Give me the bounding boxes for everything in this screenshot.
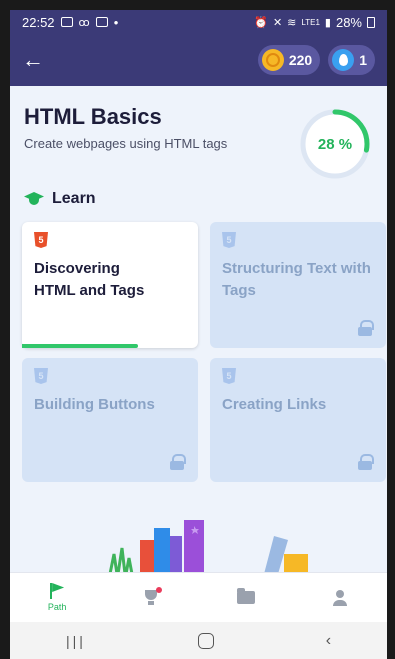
course-subtitle: Create webpages using HTML tags: [24, 136, 228, 151]
system-navigation-bar: ||| ‹: [10, 622, 387, 659]
dot-icon: •: [113, 14, 119, 30]
lesson-title: Structuring Text with Tags: [222, 260, 371, 299]
signal-icon: ▮: [324, 16, 331, 29]
streak-badge[interactable]: 1: [328, 45, 375, 75]
course-content[interactable]: HTML Basics Create webpages using HTML t…: [10, 86, 387, 572]
lesson-title: Discovering HTML and Tags: [34, 260, 145, 299]
learn-label: Learn: [52, 190, 96, 207]
status-bar: 22:52 ꝏ • ⏰ ✕ ≋ LTE1 ▮ 28%: [10, 10, 387, 34]
user-icon: [332, 589, 348, 606]
html5-icon: 5: [222, 368, 236, 384]
html5-icon: 5: [34, 232, 48, 248]
coin-icon: [261, 49, 284, 71]
alarm-icon: ⏰: [254, 16, 268, 29]
nav-path-label: Path: [47, 602, 67, 612]
lesson-card-building-buttons[interactable]: 5 Building Buttons: [22, 358, 198, 482]
mute-icon: ✕: [272, 16, 283, 29]
books-illustration: [108, 520, 308, 572]
lesson-title: Building Buttons: [34, 396, 155, 413]
nav-path[interactable]: Path: [10, 573, 104, 622]
wifi-icon: ≋: [287, 16, 297, 29]
course-title: HTML Basics: [24, 104, 162, 129]
network-type: LTE1: [301, 17, 320, 27]
battery-percent: 28%: [335, 14, 362, 30]
course-progress-ring: 28 %: [297, 106, 373, 182]
status-time: 22:52: [22, 14, 55, 30]
nav-projects[interactable]: [199, 573, 293, 622]
home-button[interactable]: [197, 632, 214, 649]
recent-apps-button[interactable]: |||: [66, 633, 86, 649]
gallery-icon: [60, 17, 73, 27]
lesson-title: Creating Links: [222, 396, 327, 413]
html5-icon: 5: [34, 368, 48, 384]
trophy-icon: [142, 586, 163, 606]
nav-profile[interactable]: [293, 573, 387, 622]
lesson-card-creating-links[interactable]: 5 Creating Links: [210, 358, 386, 482]
bottom-nav: Path: [10, 572, 387, 622]
voicemail-icon: ꝏ: [78, 16, 90, 29]
course-progress-label: 28 %: [317, 135, 353, 153]
lesson-card-structuring-text[interactable]: 5 Structuring Text with Tags: [210, 222, 386, 348]
coins-badge[interactable]: 220: [257, 45, 321, 75]
learn-section-header: Learn: [24, 190, 96, 208]
lock-icon: [358, 454, 374, 470]
flame-icon: [332, 49, 355, 71]
streak-count: 1: [359, 52, 367, 68]
graduation-cap-icon: [24, 192, 44, 206]
app-header: ← 220 1: [10, 34, 387, 86]
back-button[interactable]: ‹: [326, 632, 331, 650]
folder-icon: [236, 588, 255, 604]
nav-leaderboard[interactable]: [104, 573, 198, 622]
notification-dot: [156, 586, 163, 593]
lock-icon: [358, 320, 374, 336]
back-arrow-icon[interactable]: ←: [22, 47, 44, 73]
coins-count: 220: [288, 52, 313, 68]
lesson-progress-bar: [22, 344, 139, 348]
html5-icon: 5: [222, 232, 236, 248]
youtube-icon: [95, 17, 108, 27]
battery-icon: [367, 16, 375, 28]
lock-icon: [170, 454, 186, 470]
lesson-card-discovering-html[interactable]: 5 Discovering HTML and Tags: [22, 222, 198, 348]
flag-icon: [50, 583, 64, 599]
